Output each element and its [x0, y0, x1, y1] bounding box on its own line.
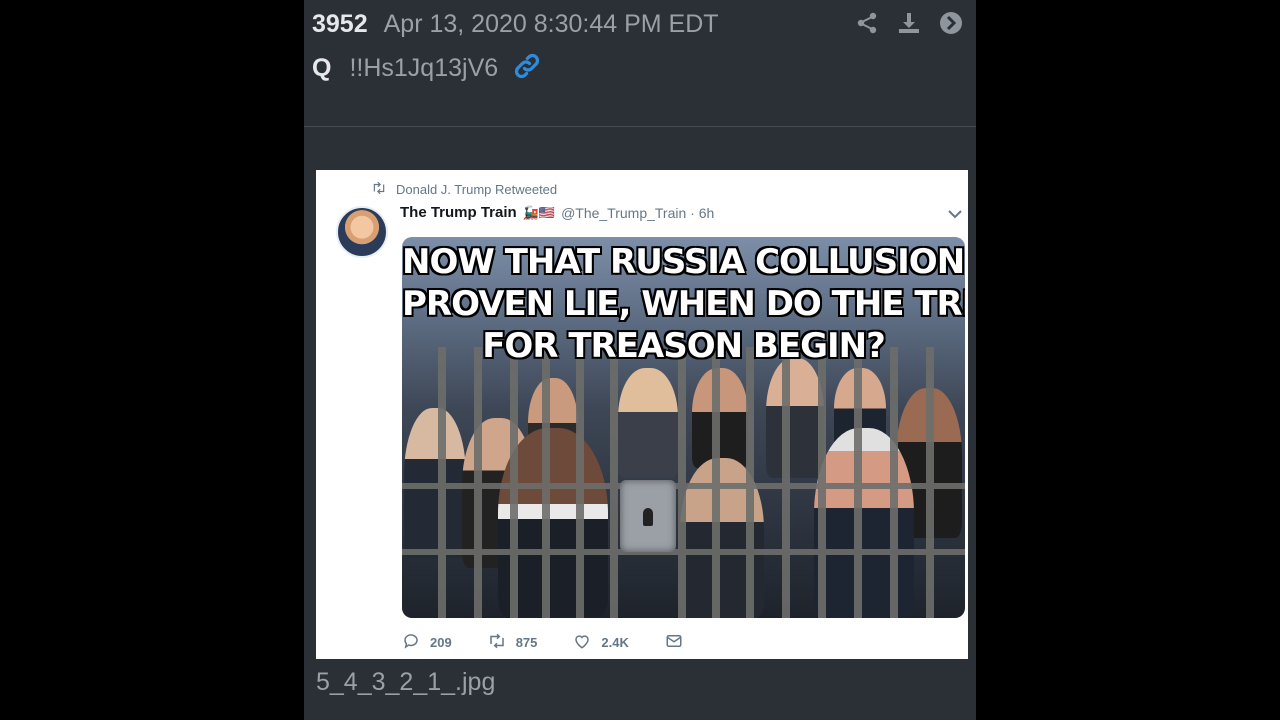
- post-author: Q: [312, 53, 332, 82]
- author-emoji: 🚂🇺🇸: [522, 204, 556, 220]
- retweet-icon: [372, 181, 386, 197]
- retweet-label: Donald J. Trump Retweeted: [396, 182, 558, 197]
- chevron-down-icon: [948, 206, 962, 222]
- meme-caption: NOW THAT RUSSIA COLLUSION IS A PROVEN LI…: [402, 241, 965, 367]
- post-header: 3952 Apr 13, 2020 8:30:44 PM EDT: [312, 6, 966, 42]
- share-icon[interactable]: [854, 10, 880, 36]
- tweet-author: The Trump Train 🚂🇺🇸 @The_Trump_Train · 6…: [400, 204, 714, 221]
- post-panel: 3952 Apr 13, 2020 8:30:44 PM EDT Q !!Hs1…: [304, 0, 976, 720]
- reply-icon: [402, 632, 420, 653]
- message-action[interactable]: [665, 632, 683, 653]
- retweet-count: 875: [515, 635, 538, 650]
- attachment-filename[interactable]: 5_4_3_2_1_.jpg: [316, 668, 495, 697]
- meme-line-3: FOR TREASON BEGIN?: [482, 326, 886, 366]
- post-actions: [854, 10, 964, 36]
- author-row: Q !!Hs1Jq13jV6: [312, 50, 542, 86]
- post-number[interactable]: 3952: [312, 10, 368, 39]
- padlock: [620, 480, 676, 552]
- envelope-icon: [665, 632, 683, 653]
- tweet-screenshot-image[interactable]: Donald J. Trump Retweeted The Trump Trai…: [316, 170, 968, 659]
- meme-image: NOW THAT RUSSIA COLLUSION IS A PROVEN LI…: [402, 237, 965, 618]
- reply-count: 209: [430, 635, 452, 650]
- meme-line-1: NOW THAT RUSSIA COLLUSION IS A: [402, 242, 965, 282]
- retweet-action[interactable]: 875: [488, 632, 538, 653]
- link-icon[interactable]: [512, 51, 542, 86]
- post-tripcode: !!Hs1Jq13jV6: [349, 53, 499, 82]
- like-count: 2.4K: [601, 635, 629, 650]
- heart-icon: [573, 632, 591, 653]
- post-date: Apr 13, 2020 8:30:44 PM EDT: [383, 9, 719, 38]
- retweet-notice: Donald J. Trump Retweeted: [372, 181, 558, 197]
- tweet-author-name: The Trump Train: [400, 204, 517, 221]
- tweet-handle: @The_Trump_Train · 6h: [561, 204, 715, 221]
- reply-action[interactable]: 209: [402, 632, 452, 653]
- like-action[interactable]: 2.4K: [573, 632, 629, 653]
- retweet-count-icon: [488, 632, 506, 653]
- avatar: [336, 206, 388, 258]
- header-divider: [304, 126, 976, 127]
- arrow-right-circle-icon[interactable]: [938, 10, 964, 36]
- meme-line-2: PROVEN LIE, WHEN DO THE TRIALS: [402, 284, 965, 324]
- tweet-actions: 209 875 2.4K: [402, 632, 719, 653]
- download-icon[interactable]: [896, 10, 922, 36]
